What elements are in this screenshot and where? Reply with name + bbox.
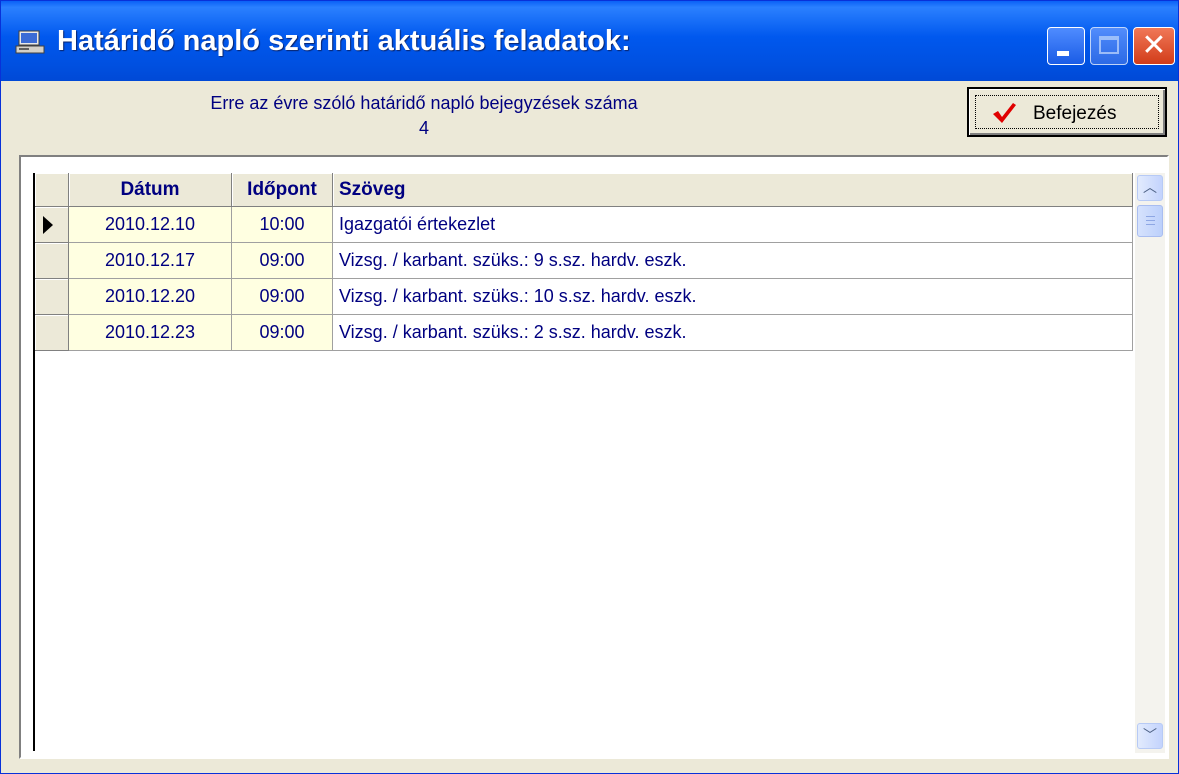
entry-count-label: Erre az évre szóló határidő napló bejegy… (210, 93, 638, 113)
cell-time[interactable]: 09:00 (232, 315, 333, 351)
cell-date[interactable]: 2010.12.20 (69, 279, 232, 315)
scroll-up-button[interactable]: ︿ (1137, 175, 1163, 201)
close-button[interactable]: ✕ (1133, 27, 1175, 65)
table-row[interactable]: 2010.12.20 09:00 Vizsg. / karbant. szüks… (35, 279, 1133, 315)
thumb-grip-line (1146, 224, 1155, 225)
cell-text[interactable]: Vizsg. / karbant. szüks.: 2 s.sz. hardv.… (333, 315, 1133, 351)
row-indicator[interactable] (35, 315, 69, 351)
cell-time[interactable]: 09:00 (232, 279, 333, 315)
column-header-date[interactable]: Dátum (69, 173, 232, 207)
cell-text[interactable]: Vizsg. / karbant. szüks.: 9 s.sz. hardv.… (333, 243, 1133, 279)
computer-icon (15, 30, 45, 54)
close-icon: ✕ (1141, 28, 1167, 63)
tasks-grid[interactable]: Dátum Időpont Szöveg 2010.12.10 10:00 Ig… (33, 173, 1133, 751)
table-row[interactable]: 2010.12.10 10:00 Igazgatói értekezlet (35, 207, 1133, 243)
column-header-time[interactable]: Időpont (232, 173, 333, 207)
cell-time[interactable]: 09:00 (232, 243, 333, 279)
current-row-pointer-icon (43, 216, 53, 234)
entry-count-value: 4 (418, 118, 429, 138)
row-indicator[interactable] (35, 279, 69, 315)
column-header-text[interactable]: Szöveg (333, 173, 1133, 207)
checkmark-icon (993, 103, 1016, 123)
cell-date[interactable]: 2010.12.17 (69, 243, 232, 279)
window-title: Határidő napló szerinti aktuális feladat… (57, 25, 631, 57)
row-indicator[interactable] (35, 243, 69, 279)
minimize-button[interactable] (1047, 27, 1085, 65)
application-window: Határidő napló szerinti aktuális feladat… (0, 0, 1179, 774)
tasks-grid-frame: Dátum Időpont Szöveg 2010.12.10 10:00 Ig… (19, 155, 1169, 759)
chevron-down-icon: ﹀ (1143, 728, 1157, 744)
cell-text[interactable]: Igazgatói értekezlet (333, 207, 1133, 243)
cell-date[interactable]: 2010.12.10 (69, 207, 232, 243)
summary-panel: Erre az évre szóló határidő napló bejegy… (9, 81, 1172, 153)
scroll-down-button[interactable]: ﹀ (1137, 723, 1163, 749)
thumb-grip-line (1146, 220, 1155, 221)
scroll-thumb[interactable] (1137, 205, 1163, 237)
chevron-up-icon: ︿ (1143, 180, 1157, 196)
table-row[interactable]: 2010.12.23 09:00 Vizsg. / karbant. szüks… (35, 315, 1133, 351)
cell-date[interactable]: 2010.12.23 (69, 315, 232, 351)
finish-button[interactable]: Befejezés (967, 87, 1167, 137)
cell-text[interactable]: Vizsg. / karbant. szüks.: 10 s.sz. hardv… (333, 279, 1133, 315)
table-row[interactable]: 2010.12.17 09:00 Vizsg. / karbant. szüks… (35, 243, 1133, 279)
vertical-scrollbar[interactable]: ︿ ﹀ (1135, 173, 1165, 753)
title-bar[interactable]: Határidő napló szerinti aktuális feladat… (1, 1, 1178, 81)
row-indicator[interactable] (35, 207, 69, 243)
thumb-grip-line (1146, 216, 1155, 217)
cell-time[interactable]: 10:00 (232, 207, 333, 243)
finish-button-label: Befejezés (1033, 103, 1117, 124)
header-indicator-cell (35, 173, 69, 207)
maximize-button[interactable] (1090, 27, 1128, 65)
